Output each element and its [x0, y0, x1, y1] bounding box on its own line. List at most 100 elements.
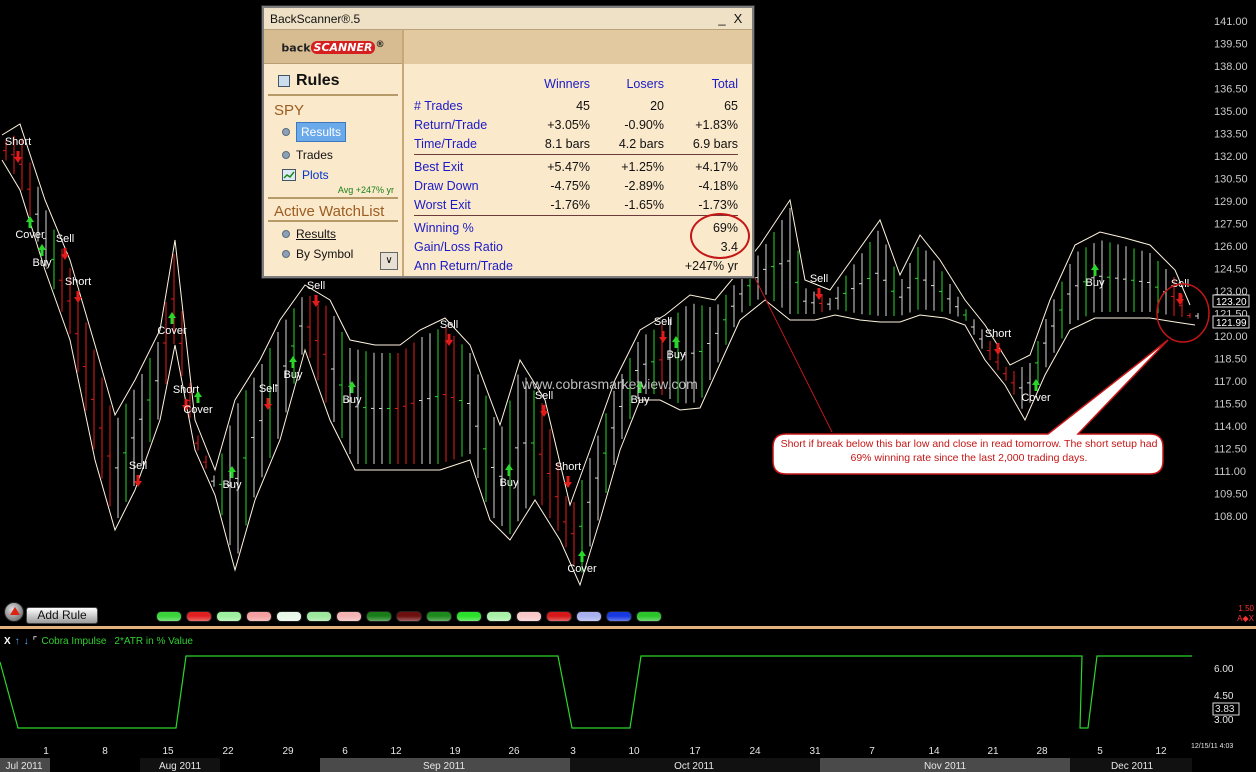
- signal-short: Short: [65, 276, 91, 303]
- rule-color-swatch[interactable]: [246, 611, 272, 622]
- rule-color-swatch[interactable]: [606, 611, 632, 622]
- indicator-value: 3.83: [1215, 704, 1235, 715]
- price-axis-label: 118.50: [1214, 354, 1247, 366]
- indicator-pane[interactable]: 6.00 4.50 3.00 3.83 1 8 15 22 29 6 12 19 26 3 10 17 24 31…: [0, 630, 1256, 772]
- signal-sell: Sell: [129, 460, 147, 487]
- signal-label: Buy: [667, 349, 686, 361]
- month-axis: Jul 2011 Aug 2011 Sep 2011 Oct 2011 Nov 2011…: [0, 758, 1192, 772]
- rule-color-swatch[interactable]: [186, 611, 212, 622]
- signal-label: Short: [5, 136, 31, 148]
- arrow-down-icon: [994, 343, 1002, 355]
- signal-label: Buy: [500, 477, 519, 489]
- minimize-button[interactable]: _: [714, 11, 730, 26]
- rule-color-swatch[interactable]: [276, 611, 302, 622]
- close-button[interactable]: X: [730, 11, 746, 26]
- stats-row-label: Worst Exit: [414, 197, 471, 212]
- month-label: Sep 2011: [423, 761, 466, 772]
- rule-color-swatch[interactable]: [576, 611, 602, 622]
- price-axis-label: 115.50: [1214, 399, 1247, 411]
- signal-label: Buy: [1086, 277, 1105, 289]
- rule-color-swatch[interactable]: [396, 611, 422, 622]
- stats-header-bar: [404, 30, 752, 64]
- signal-short: Short: [5, 136, 31, 163]
- rule-color-swatch[interactable]: [636, 611, 662, 622]
- rule-color-swatch[interactable]: [546, 611, 572, 622]
- arrow-up-icon: [228, 466, 236, 478]
- signal-label: Buy: [631, 394, 650, 406]
- signal-label: Short: [985, 328, 1011, 340]
- watchlist-item-results[interactable]: Results: [264, 222, 402, 244]
- date-tick-label: 12: [390, 746, 402, 757]
- signal-label: Short: [555, 461, 581, 473]
- sidebar-item-trades[interactable]: Trades: [264, 145, 402, 165]
- window-titlebar[interactable]: BackScanner®.5 _ X: [264, 8, 752, 30]
- total-header: Total: [711, 76, 738, 91]
- price-axis-label: 130.50: [1214, 174, 1248, 186]
- indicator-header: X ↑ ↓ ⌜ Cobra Impulse 2*ATR in % Value: [4, 636, 193, 647]
- rule-color-swatch[interactable]: [306, 611, 332, 622]
- rule-color-swatch[interactable]: [156, 611, 182, 622]
- rules-heading[interactable]: Rules: [268, 64, 398, 96]
- sidebar: backSCANNER® Rules SPY Results Trades: [264, 30, 404, 276]
- signal-buy: Buy: [223, 466, 242, 491]
- total-value: -1.73%: [698, 197, 738, 212]
- arrow-up-icon: [168, 312, 176, 324]
- close-indicator-icon[interactable]: X: [4, 636, 11, 647]
- date-tick-label: 19: [449, 746, 461, 757]
- signal-sell: Sell: [440, 319, 458, 346]
- sidebar-item-plots[interactable]: Plots: [264, 165, 402, 185]
- arrow-up-icon: [26, 216, 34, 228]
- sidebar-item-results[interactable]: Results: [264, 119, 402, 145]
- losers-value: +1.25%: [621, 159, 664, 174]
- rule-color-swatch[interactable]: [366, 611, 392, 622]
- date-tick-label: 12: [1155, 746, 1167, 757]
- chevron-down-icon[interactable]: ∨: [380, 252, 398, 270]
- corner-labels: 1.50 A◆X: [1237, 604, 1254, 624]
- date-tick-label: 1: [43, 746, 49, 757]
- winners-value: 8.1 bars: [544, 136, 590, 151]
- watchlist-heading: Active WatchList: [274, 203, 385, 220]
- logo-text: back: [281, 41, 311, 55]
- rule-color-swatch[interactable]: [456, 611, 482, 622]
- rule-color-swatch[interactable]: [516, 611, 542, 622]
- pane-separator[interactable]: [0, 626, 1256, 629]
- add-rule-button[interactable]: Add Rule: [26, 607, 98, 624]
- arrow-up-icon: [38, 244, 46, 256]
- date-tick-label: 24: [749, 746, 761, 757]
- bullet-icon: [282, 151, 290, 159]
- move-down-icon[interactable]: ↓: [24, 636, 29, 647]
- chart-window: Short Cover Buy Sell Short Cover Short Cover Sel…: [0, 0, 1256, 772]
- total-value: +1.83%: [695, 117, 738, 132]
- rule-toolbar: Add Rule 1.50 A◆X: [0, 602, 1256, 626]
- month-label: Dec 2011: [1111, 761, 1154, 772]
- signal-label: Sell: [810, 273, 828, 285]
- rule-color-swatch[interactable]: [486, 611, 512, 622]
- backscanner-window[interactable]: BackScanner®.5 _ X back SCANNER ® Rules SP…: [262, 6, 754, 278]
- signal-label: Short: [65, 276, 91, 288]
- stats-row-label: Return/Trade: [414, 117, 488, 132]
- move-up-icon[interactable]: ↑: [15, 636, 20, 647]
- corner-label-bottom: A◆X: [1237, 614, 1254, 623]
- arrow-up-icon: [578, 550, 586, 562]
- callout-text: Short if break below this bar low and cl…: [780, 438, 1158, 464]
- highlight-circle: [1156, 283, 1210, 343]
- indicator-line: [0, 655, 1192, 729]
- signal-sell: Sell: [56, 233, 74, 260]
- add-rule-icon[interactable]: [4, 602, 24, 622]
- stats-row: Ann Return/Trade +247% yr: [414, 256, 738, 275]
- signal-label: Cover: [1021, 392, 1051, 404]
- stats-row: Time/Trade 8.1 bars 4.2 bars 6.9 bars: [414, 134, 738, 153]
- winners-value: -4.75%: [550, 178, 590, 193]
- price-axis-label: 109.50: [1214, 489, 1248, 501]
- signal-label: Sell: [259, 383, 277, 395]
- signal-label: Buy: [343, 394, 362, 406]
- date-tick-label: 29: [282, 746, 294, 757]
- rule-color-swatch[interactable]: [426, 611, 452, 622]
- losers-value: -0.90%: [624, 117, 664, 132]
- signal-label: Cover: [157, 325, 187, 337]
- signal-cover: Cover: [15, 216, 45, 241]
- rule-color-swatch[interactable]: [336, 611, 362, 622]
- rule-color-swatch[interactable]: [216, 611, 242, 622]
- logo-mark: ®: [375, 38, 385, 50]
- backscanner-logo: back SCANNER ®: [281, 38, 385, 55]
